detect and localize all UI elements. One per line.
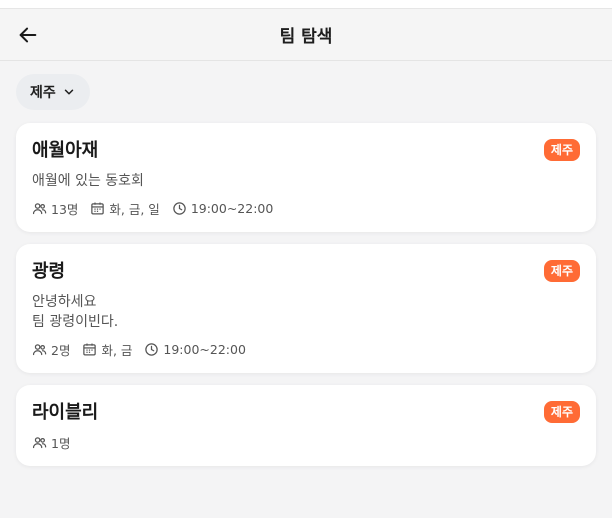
meeting-time-text: 19:00~22:00 [163, 342, 246, 357]
users-icon [32, 203, 47, 215]
member-count: 1명 [32, 433, 70, 452]
top-divider [0, 0, 612, 9]
chevron-down-icon [64, 89, 74, 95]
users-icon [32, 437, 47, 449]
team-meta: 13명 화, 금, 일 19:00~22:00 [32, 199, 580, 218]
calendar-icon [83, 343, 97, 356]
clock-icon [173, 202, 186, 215]
member-count: 2명 [32, 340, 70, 359]
meeting-time-text: 19:00~22:00 [190, 201, 274, 216]
calendar-icon [91, 202, 105, 215]
team-description: 애월에 있는 동호회 [32, 173, 144, 189]
team-description: 안녕하세요 팀 광령이빈다. [32, 294, 119, 330]
meeting-days: 화, 금, 일 [90, 199, 160, 218]
region-filter-dropdown[interactable]: 제주 [16, 74, 90, 110]
member-count: 13명 [32, 199, 78, 218]
meeting-days-text: 화, 금, 일 [109, 202, 160, 217]
clock-icon [145, 343, 159, 356]
back-button[interactable] [16, 23, 40, 47]
filter-bar: 제주 [0, 61, 612, 123]
region-badge: 제주 [543, 139, 580, 161]
meeting-days-text: 화, 금 [101, 343, 133, 358]
team-list: 애월아재 제주 애월에 있는 동호회 13명 화, 금, 일 19:00~22:… [0, 123, 612, 466]
page-title: 팀 탐색 [279, 27, 333, 47]
meeting-time: 19:00~22:00 [172, 201, 274, 216]
meeting-time: 19:00~22:00 [144, 342, 246, 357]
users-icon [32, 344, 47, 356]
team-meta: 2명 화, 금 19:00~22:00 [32, 340, 580, 359]
meeting-days: 화, 금 [82, 340, 132, 359]
member-count-text: 2명 [51, 343, 71, 358]
team-card[interactable]: 라이블리 제주 1명 [16, 385, 596, 466]
team-card[interactable]: 애월아재 제주 애월에 있는 동호회 13명 화, 금, 일 19:00~22:… [16, 123, 596, 232]
app-header: 팀 탐색 [0, 9, 612, 61]
region-badge: 제주 [543, 401, 580, 423]
team-name: 라이블리 [32, 402, 99, 423]
team-meta: 1명 [32, 433, 580, 452]
team-card[interactable]: 광령 제주 안녕하세요 팀 광령이빈다. 2명 화, 금 19:00~22:00 [16, 244, 596, 373]
region-filter-label: 제주 [30, 85, 56, 101]
team-name: 광령 [32, 261, 66, 282]
member-count-text: 13명 [51, 202, 79, 217]
region-badge: 제주 [543, 260, 580, 282]
member-count-text: 1명 [51, 436, 71, 451]
arrow-left-icon [19, 27, 37, 43]
team-name: 애월아재 [32, 140, 99, 161]
